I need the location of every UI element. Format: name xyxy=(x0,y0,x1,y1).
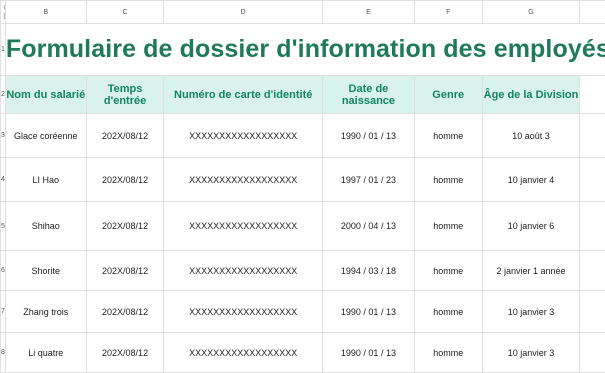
header-birth-date[interactable]: Date de naissance xyxy=(322,76,414,114)
cell-division-age[interactable]: 10 janvier 6 xyxy=(482,202,580,251)
column-header-d[interactable]: D xyxy=(164,1,323,24)
empty-cell[interactable] xyxy=(580,291,605,333)
cell-division-age[interactable]: 10 janvier 3 xyxy=(482,333,580,373)
empty-cell[interactable] xyxy=(580,76,605,114)
cell-employee-name[interactable]: Shihao xyxy=(5,202,86,251)
cell-employee-name[interactable]: Zhang trois xyxy=(5,291,86,333)
column-header-g[interactable]: G xyxy=(482,1,580,24)
cell-id-number[interactable]: XXXXXXXXXXXXXXXXXX xyxy=(164,333,323,373)
table-row: 5 Shihao 202X/08/12 XXXXXXXXXXXXXXXXXX 2… xyxy=(1,202,605,251)
cell-employee-name[interactable]: LI Hao xyxy=(5,158,86,202)
cell-gender[interactable]: homme xyxy=(414,333,482,373)
cell-entry-time[interactable]: 202X/08/12 xyxy=(86,333,164,373)
table-row: 6 Shorite 202X/08/12 XXXXXXXXXXXXXXXXXX … xyxy=(1,251,605,291)
cell-gender[interactable]: homme xyxy=(414,202,482,251)
cell-entry-time[interactable]: 202X/08/12 xyxy=(86,291,164,333)
empty-cell[interactable] xyxy=(580,202,605,251)
cell-birth-date[interactable]: 2000 / 04 / 13 xyxy=(322,202,414,251)
table-row: 4 LI Hao 202X/08/12 XXXXXXXXXXXXXXXXXX 1… xyxy=(1,158,605,202)
cell-division-age[interactable]: 2 janvier 1 année xyxy=(482,251,580,291)
cell-gender[interactable]: homme xyxy=(414,251,482,291)
cell-division-age[interactable]: 10 janvier 4 xyxy=(482,158,580,202)
header-row: 2 Nom du salarié Temps d'entrée Numéro d… xyxy=(1,76,605,114)
column-header-f[interactable]: F xyxy=(414,1,482,24)
table-row: 7 Zhang trois 202X/08/12 XXXXXXXXXXXXXXX… xyxy=(1,291,605,333)
cell-birth-date[interactable]: 1994 / 03 / 18 xyxy=(322,251,414,291)
cell-id-number[interactable]: XXXXXXXXXXXXXXXXXX xyxy=(164,158,323,202)
cell-employee-name[interactable]: Glace coréenne xyxy=(5,114,86,158)
cell-division-age[interactable]: 10 janvier 3 xyxy=(482,291,580,333)
cell-id-number[interactable]: XXXXXXXXXXXXXXXXXX xyxy=(164,291,323,333)
column-header-e[interactable]: E xyxy=(322,1,414,24)
cell-entry-time[interactable]: 202X/08/12 xyxy=(86,114,164,158)
empty-cell[interactable] xyxy=(580,114,605,158)
select-all-corner[interactable]: ⊕⊞ xyxy=(1,1,6,24)
column-header-row: ⊕⊞ B C D E F G xyxy=(1,1,605,24)
freeze-pane-icon[interactable]: ⊕⊞ xyxy=(3,3,5,21)
cell-id-number[interactable]: XXXXXXXXXXXXXXXXXX xyxy=(164,114,323,158)
column-header-b[interactable]: B xyxy=(5,1,86,24)
cell-employee-name[interactable]: Shorite xyxy=(5,251,86,291)
table-row: 3 Glace coréenne 202X/08/12 XXXXXXXXXXXX… xyxy=(1,114,605,158)
cell-entry-time[interactable]: 202X/08/12 xyxy=(86,202,164,251)
cell-id-number[interactable]: XXXXXXXXXXXXXXXXXX xyxy=(164,251,323,291)
cell-birth-date[interactable]: 1990 / 01 / 13 xyxy=(322,114,414,158)
column-header-c[interactable]: C xyxy=(86,1,164,24)
empty-cell[interactable] xyxy=(580,251,605,291)
sheet-title[interactable]: Formulaire de dossier d'information des … xyxy=(5,24,605,76)
title-row: 1 Formulaire de dossier d'information de… xyxy=(1,24,605,76)
header-gender[interactable]: Genre xyxy=(414,76,482,114)
header-employee-name[interactable]: Nom du salarié xyxy=(5,76,86,114)
header-entry-time[interactable]: Temps d'entrée xyxy=(86,76,164,114)
cell-id-number[interactable]: XXXXXXXXXXXXXXXXXX xyxy=(164,202,323,251)
column-header-extra[interactable] xyxy=(580,1,605,24)
cell-entry-time[interactable]: 202X/08/12 xyxy=(86,158,164,202)
cell-birth-date[interactable]: 1997 / 01 / 23 xyxy=(322,158,414,202)
header-division-age[interactable]: Âge de la Division xyxy=(482,76,580,114)
spreadsheet-grid: ⊕⊞ B C D E F G 1 Formulaire de dossier d… xyxy=(0,0,605,373)
table-row: 8 Li quatre 202X/08/12 XXXXXXXXXXXXXXXXX… xyxy=(1,333,605,373)
cell-division-age[interactable]: 10 août 3 xyxy=(482,114,580,158)
cell-employee-name[interactable]: Li quatre xyxy=(5,333,86,373)
cell-entry-time[interactable]: 202X/08/12 xyxy=(86,251,164,291)
cell-gender[interactable]: homme xyxy=(414,158,482,202)
cell-birth-date[interactable]: 1990 / 01 / 13 xyxy=(322,333,414,373)
header-id-number[interactable]: Numéro de carte d'identité xyxy=(164,76,323,114)
cell-birth-date[interactable]: 1990 / 01 / 13 xyxy=(322,291,414,333)
empty-cell[interactable] xyxy=(580,333,605,373)
empty-cell[interactable] xyxy=(580,158,605,202)
cell-gender[interactable]: homme xyxy=(414,114,482,158)
cell-gender[interactable]: homme xyxy=(414,291,482,333)
